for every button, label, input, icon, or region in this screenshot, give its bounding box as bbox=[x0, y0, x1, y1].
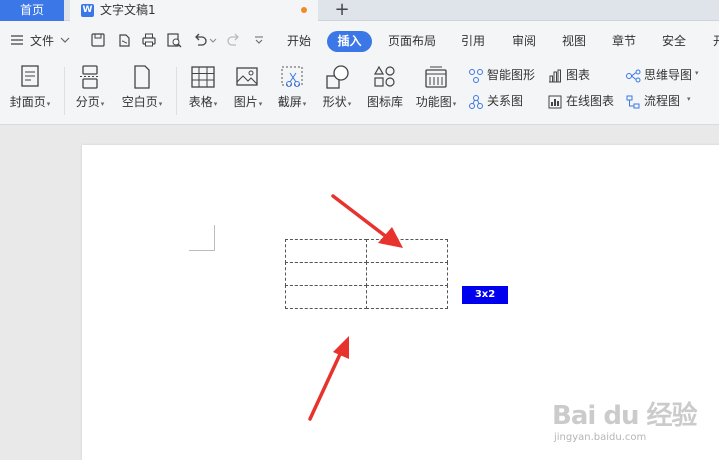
annotation-arrows bbox=[308, 194, 403, 421]
arrow-down-right-icon bbox=[331, 194, 403, 248]
baidu-watermark: Bai du 经验 jingyan.baidu.com bbox=[552, 395, 712, 455]
watermark-url: jingyan.baidu.com bbox=[554, 432, 647, 443]
arrow-up-right-icon bbox=[308, 336, 349, 421]
watermark-text: Bai du 经验 bbox=[552, 401, 697, 431]
